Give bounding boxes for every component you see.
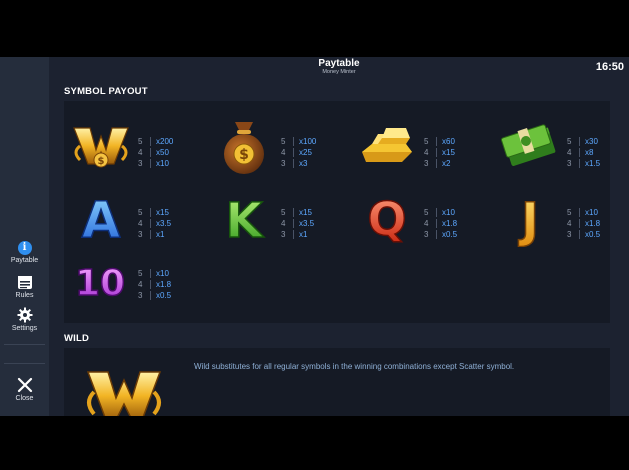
payout-letter-j: 5 x10 4 x1.8 3 x0.5: [567, 208, 601, 239]
paytable-screen: i Paytable Rules Settings Close Paytable…: [0, 57, 629, 416]
payout-letter-a: 5 x15 4 x3.5 3 x1: [138, 208, 172, 239]
close-icon: [17, 377, 32, 393]
sidebar-item-settings[interactable]: Settings: [0, 307, 49, 332]
gear-icon: [17, 307, 32, 323]
payout-letter-q: 5 x10 4 x1.8 3 x0.5: [424, 208, 458, 239]
letter-a-symbol-icon: A: [81, 190, 122, 247]
symbol-payout-heading: SYMBOL PAYOUT: [64, 86, 148, 97]
sidebar-item-label: Rules: [15, 292, 34, 299]
payout-letter-k: 5 x15 4 x3.5 3 x1: [281, 208, 315, 239]
sidebar-item-paytable[interactable]: i Paytable: [0, 241, 49, 264]
payout-number-10: 5 x10 4 x1.8 3 x0.5: [138, 269, 172, 300]
wild-w-symbol-icon: $: [73, 127, 129, 168]
payout-cash-stack: 5 x30 4 x8 3 x1.5: [567, 137, 601, 168]
svg-text:Q: Q: [367, 192, 406, 246]
sidebar-item-label: Settings: [11, 325, 38, 332]
payout-money-bag: 5 x100 4 x25 3 x3: [281, 137, 317, 168]
payout-wild-w: 5 x200 4 x50 3 x10: [138, 137, 174, 168]
game-name: Money Minter: [322, 69, 356, 75]
svg-text:J: J: [518, 193, 539, 247]
wild-panel: Wild substitutes for all regular symbols…: [64, 348, 610, 416]
gold-bars-symbol-icon: [362, 128, 412, 162]
svg-text:$: $: [239, 147, 249, 163]
sidebar-divider: [4, 344, 45, 345]
info-icon: i: [17, 241, 32, 255]
payout-gold-bars: 5 x60 4 x15 3 x2: [424, 137, 455, 168]
clock: 16:50: [595, 61, 624, 73]
svg-text:K: K: [225, 193, 264, 247]
sidebar-divider: [4, 363, 45, 364]
svg-text:$: $: [98, 156, 105, 167]
page-title: Paytable: [318, 58, 360, 69]
wild-description: Wild substitutes for all regular symbols…: [194, 362, 515, 371]
paytable-content[interactable]: SYMBOL PAYOUT $ 5 x200 4 x50 3 x10 $ 5 x…: [49, 77, 629, 416]
money-bag-symbol-icon: $: [224, 122, 264, 174]
sidebar-item-rules[interactable]: Rules: [0, 275, 49, 299]
wild-w-large-icon: [86, 371, 162, 416]
number-10-symbol-icon: 10: [74, 262, 126, 305]
top-bar: Paytable Money Minter 16:50: [49, 57, 629, 77]
sidebar-item-label: Paytable: [10, 257, 39, 264]
svg-text:A: A: [82, 191, 121, 247]
close-button[interactable]: Close: [0, 377, 49, 402]
letter-q-symbol-icon: Q: [367, 191, 408, 247]
sidebar: i Paytable Rules Settings Close: [0, 57, 49, 416]
svg-text:10: 10: [75, 263, 125, 304]
symbol-payout-panel: $ 5 x200 4 x50 3 x10 $ 5 x100 4 x25 3 x3…: [64, 101, 610, 323]
letter-j-symbol-icon: J: [517, 192, 539, 247]
close-label: Close: [15, 395, 34, 402]
rules-icon: [17, 276, 32, 289]
wild-heading: WILD: [64, 333, 90, 344]
cash-stack-symbol-icon: [500, 124, 556, 166]
letter-k-symbol-icon: K: [225, 192, 266, 247]
